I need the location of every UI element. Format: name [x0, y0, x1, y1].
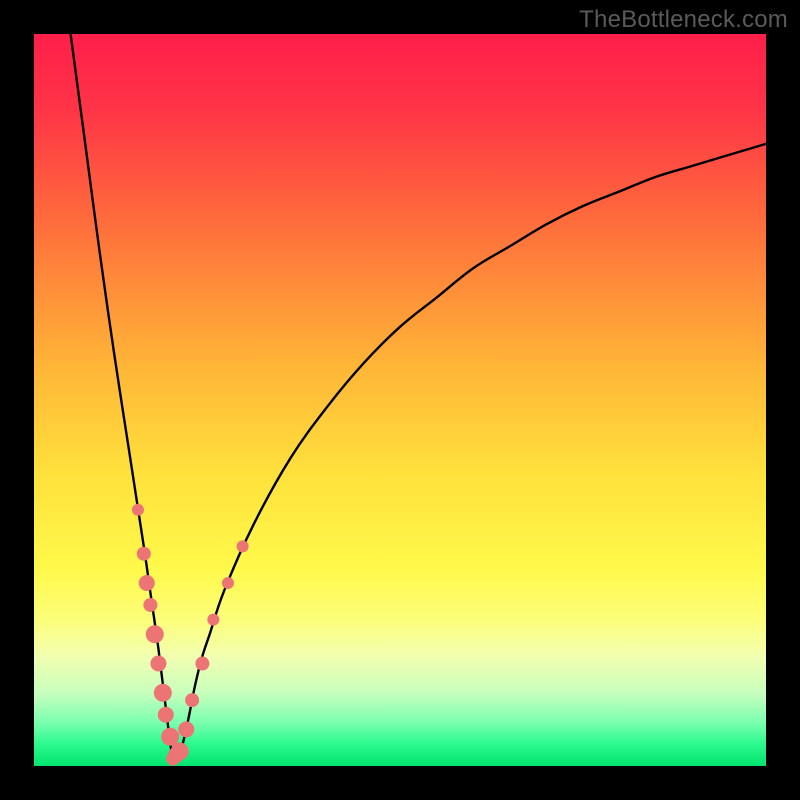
data-marker [150, 656, 166, 672]
data-marker [146, 625, 164, 643]
data-marker [158, 707, 174, 723]
data-marker [237, 540, 249, 552]
data-marker [195, 657, 209, 671]
data-marker [185, 693, 199, 707]
data-marker [137, 547, 151, 561]
watermark-text: TheBottleneck.com [579, 6, 788, 34]
data-marker [154, 684, 172, 702]
data-marker [139, 575, 155, 591]
data-marker [222, 577, 234, 589]
data-marker [143, 598, 157, 612]
data-marker [178, 721, 194, 737]
data-marker [132, 504, 144, 516]
data-markers [132, 504, 249, 766]
plot-area [34, 34, 766, 766]
data-marker [207, 614, 219, 626]
data-marker [171, 742, 189, 760]
chart-frame: TheBottleneck.com [0, 0, 800, 800]
chart-svg [34, 34, 766, 766]
bottleneck-curve [71, 34, 766, 762]
